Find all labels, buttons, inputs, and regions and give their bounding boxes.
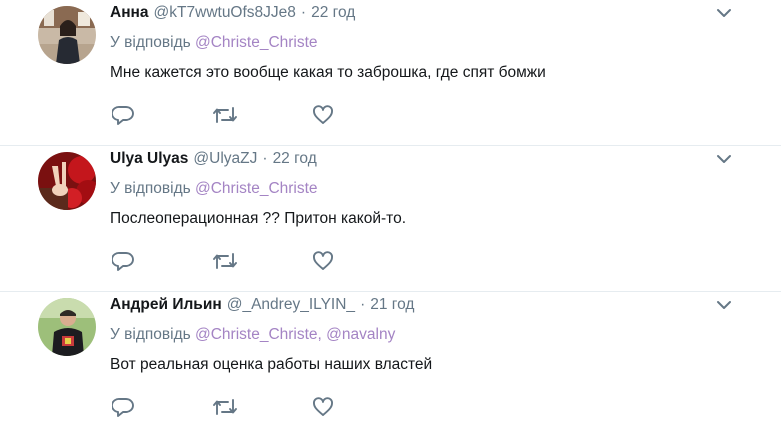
heart-icon (313, 251, 333, 270)
mention-link[interactable]: @Christe_Christe (195, 180, 318, 197)
tweet-item[interactable]: Ulya Ulyas @UlyaZJ · 22 год У відповідь … (0, 146, 781, 292)
mention-link[interactable]: @navalny (326, 326, 395, 343)
reply-button[interactable] (112, 396, 212, 418)
user-handle[interactable]: @UlyaZJ (193, 150, 257, 168)
tweet-text: Вот реальная оценка работы наших властей (110, 356, 433, 373)
separator-dot: · (360, 296, 366, 313)
avatar[interactable] (38, 6, 96, 64)
mention-link[interactable]: @Christe_Christe, (195, 326, 322, 343)
reply-button[interactable] (112, 104, 212, 126)
reply-button[interactable] (112, 250, 212, 272)
reply-icon (112, 252, 134, 271)
reply-thread: Анна @kT7wwtuOfs8JJe8 · 22 год У відпові… (0, 0, 781, 438)
timestamp[interactable]: 22 год (311, 4, 355, 22)
retweet-icon (213, 253, 237, 269)
reply-prefix: У відповідь (110, 180, 191, 197)
chevron-down-icon[interactable] (715, 6, 733, 20)
timestamp[interactable]: 22 год (273, 150, 317, 168)
retweet-button[interactable] (212, 250, 312, 272)
tweet-text: Мне кажется это вообще какая то заброшка… (110, 64, 546, 81)
avatar[interactable] (38, 298, 96, 356)
tweet-item[interactable]: Анна @kT7wwtuOfs8JJe8 · 22 год У відпові… (0, 0, 781, 146)
user-handle[interactable]: @kT7wwtuOfs8JJe8 (154, 4, 296, 22)
reply-prefix: У відповідь (110, 326, 191, 343)
avatar[interactable] (38, 152, 96, 210)
separator-dot: · (262, 150, 268, 167)
reply-icon (112, 398, 134, 417)
like-button[interactable] (312, 396, 412, 418)
heart-icon (313, 397, 333, 416)
separator-dot: · (300, 4, 307, 21)
heart-icon (313, 105, 333, 124)
display-name[interactable]: Анна (110, 4, 149, 22)
reply-context: У відповідь @Christe_Christe, @navalny (110, 326, 781, 346)
retweet-button[interactable] (212, 396, 312, 418)
retweet-icon (213, 107, 237, 123)
tweet-item[interactable]: Андрей Ильин @_Andrey_ILYIN_ · 21 год У … (0, 292, 781, 438)
user-handle[interactable]: @_Andrey_ILYIN_ (227, 296, 355, 314)
reply-context: У відповідь @Christe_Christe (110, 34, 781, 54)
reply-context: У відповідь @Christe_Christe (110, 180, 781, 200)
retweet-button[interactable] (212, 104, 312, 126)
display-name[interactable]: Ulya Ulyas (110, 150, 188, 168)
chevron-down-icon[interactable] (715, 152, 733, 166)
reply-icon (112, 106, 134, 125)
like-button[interactable] (312, 104, 412, 126)
retweet-icon (213, 399, 237, 415)
like-button[interactable] (312, 250, 412, 272)
chevron-down-icon[interactable] (715, 298, 733, 312)
mention-link[interactable]: @Christe_Christe (195, 34, 318, 51)
tweet-text: Послеоперационная ?? Притон какой-то. (110, 210, 407, 227)
timestamp[interactable]: 21 год (370, 296, 414, 314)
display-name[interactable]: Андрей Ильин (110, 296, 222, 314)
reply-prefix: У відповідь (110, 34, 191, 51)
